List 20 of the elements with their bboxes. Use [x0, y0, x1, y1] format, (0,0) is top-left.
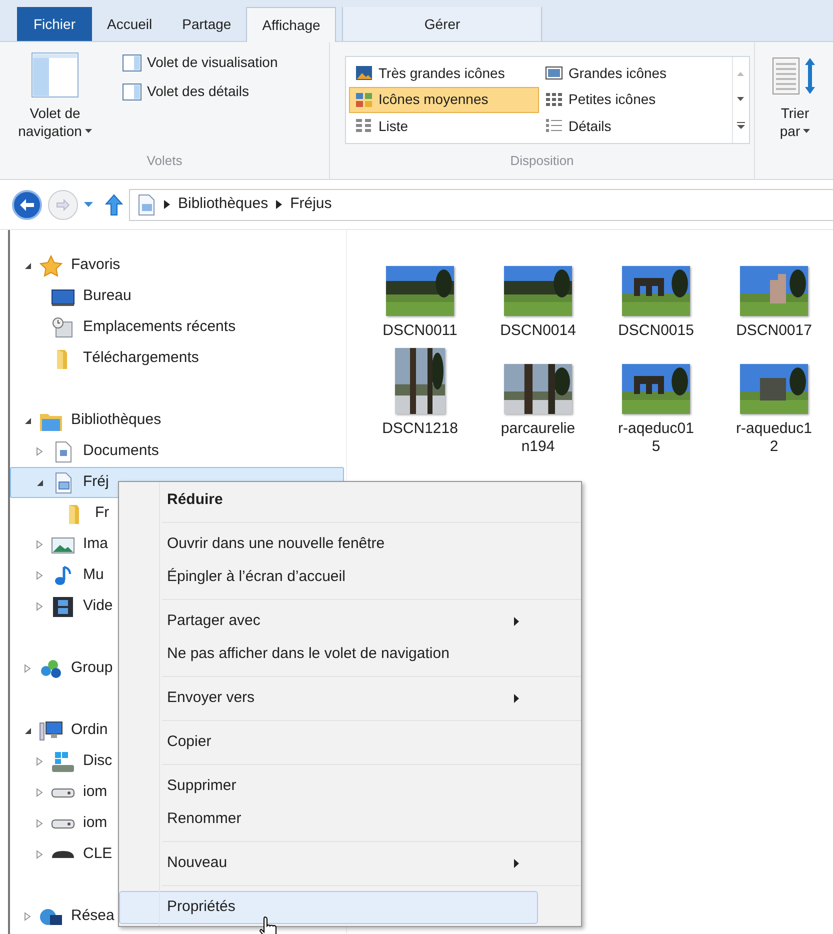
- tree-item-label: Ordin: [71, 720, 108, 740]
- tree-item-label: Documents: [83, 441, 159, 462]
- tree-item-label: CLE: [83, 844, 112, 864]
- tree-item-label: Favoris: [71, 255, 120, 276]
- tree-item-label: Résea: [71, 906, 114, 926]
- tree-item-label: Bibliothèques: [71, 410, 162, 430]
- tree-item-label: Ima: [83, 534, 108, 554]
- tree-item-label: Bureau: [83, 286, 132, 306]
- tree-item-label: Group: [71, 658, 113, 678]
- tree-item-label: Disc: [83, 751, 112, 772]
- tree-item-label: Fréj: [83, 472, 109, 492]
- tree-item-label: iom: [83, 813, 108, 834]
- tree-item-label: Téléchargements: [83, 348, 199, 368]
- tree-item-label: Emplacements récents: [83, 317, 236, 338]
- tree-item-label: Fr: [95, 503, 110, 524]
- tree-item-label: Vide: [83, 596, 113, 616]
- tree-item-label: iom: [83, 782, 108, 802]
- group-label: Volets: [146, 152, 184, 170]
- tree-item-label: Mu: [83, 565, 104, 586]
- group-label: Disposition: [510, 152, 574, 170]
